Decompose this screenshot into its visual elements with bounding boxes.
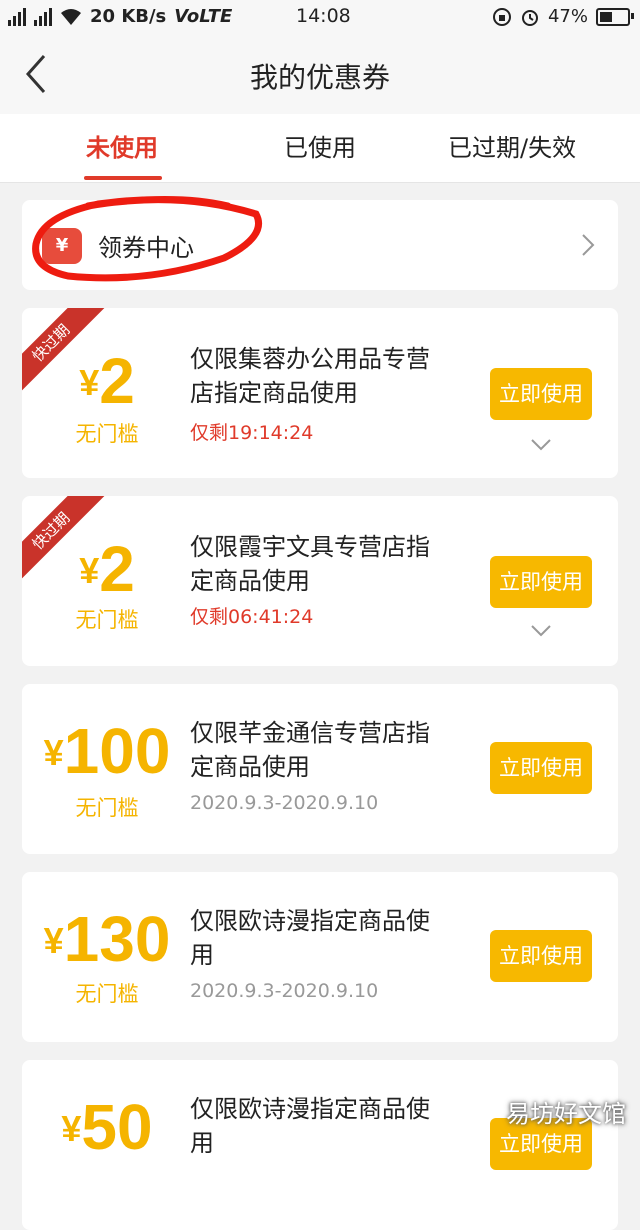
coupon-countdown: 仅剩06:41:24	[190, 606, 314, 628]
coupon-card: ¥100 无门槛 仅限芊金通信专营店指 定商品使用 2020.9.3-2020.9…	[22, 684, 618, 854]
active-tab-indicator	[84, 176, 162, 180]
coupon-threshold: 无门槛	[75, 796, 139, 820]
coupon-validity: 2020.9.3-2020.9.10	[190, 980, 379, 1002]
lock-rotation-icon	[492, 7, 511, 26]
desc-line: 仅限芊金通信专营店指	[190, 719, 430, 747]
coupon-threshold: 无门槛	[75, 608, 139, 632]
coupon-amount: ¥100	[22, 714, 192, 788]
coupon-amount: ¥130	[22, 902, 192, 976]
coupon-card: 快过期 ¥2 无门槛 仅限集蓉办公用品专营 店指定商品使用 仅剩19:14:24 …	[22, 308, 618, 478]
amount-value: 130	[63, 903, 171, 975]
coupon-amount: ¥50	[22, 1090, 192, 1164]
coupon-card: ¥50 仅限欧诗漫指定商品使用 立即使用	[22, 1060, 618, 1230]
coupon-center-icon: ¥	[42, 228, 82, 264]
amount-value: 50	[81, 1091, 153, 1163]
chevron-right-icon	[582, 234, 595, 256]
coupon-amount: ¥2	[22, 532, 192, 606]
currency-symbol: ¥	[43, 732, 64, 773]
tab-unused[interactable]: 未使用	[86, 128, 158, 163]
nav-bar: 我的优惠券	[0, 34, 640, 114]
status-bar: 20 KB/s VoLTE 14:08 47%	[0, 0, 640, 34]
battery-icon	[596, 7, 634, 26]
coupon-center-entry[interactable]: ¥ 领券中心	[22, 200, 618, 290]
coupon-center-label: 领券中心	[98, 234, 194, 262]
currency-symbol: ¥	[79, 550, 100, 591]
desc-line: 仅限霞宇文具专营店指	[190, 533, 430, 561]
tab-bar: 未使用 已使用 已过期/失效	[0, 114, 640, 183]
desc-line: 定商品使用	[190, 753, 310, 781]
use-now-button[interactable]: 立即使用	[490, 368, 592, 420]
amount-value: 2	[99, 345, 135, 417]
desc-line: 仅限集蓉办公用品专营	[190, 345, 430, 373]
desc-line: 仅限欧诗漫指定商品使	[190, 1095, 430, 1123]
amount-value: 2	[99, 533, 135, 605]
desc-line: 用	[190, 941, 214, 969]
status-left: 20 KB/s VoLTE	[8, 6, 232, 27]
page-title: 我的优惠券	[249, 61, 390, 94]
coupon-card: 快过期 ¥2 无门槛 仅限霞宇文具专营店指 定商品使用 仅剩06:41:24 立即…	[22, 496, 618, 666]
use-now-button[interactable]: 立即使用	[490, 556, 592, 608]
coupon-validity: 2020.9.3-2020.9.10	[190, 792, 379, 814]
coupon-description: 仅限芊金通信专营店指 定商品使用	[190, 716, 480, 784]
use-now-button[interactable]: 立即使用	[490, 930, 592, 982]
watermark-logo: 易坊好文馆	[506, 1100, 626, 1128]
signal-icon	[8, 7, 26, 26]
coupon-amount: ¥2	[22, 344, 192, 418]
tab-used[interactable]: 已使用	[284, 128, 356, 163]
coupon-description: 仅限欧诗漫指定商品使用	[190, 904, 480, 972]
coupon-description: 仅限霞宇文具专营店指 定商品使用	[190, 530, 480, 598]
currency-symbol: ¥	[61, 1108, 82, 1149]
volte-label: VoLTE	[174, 6, 233, 27]
desc-line: 仅限欧诗漫指定商品使	[190, 907, 430, 935]
desc-line: 用	[190, 1129, 214, 1157]
coupon-description: 仅限集蓉办公用品专营 店指定商品使用	[190, 342, 480, 410]
use-now-button[interactable]: 立即使用	[490, 742, 592, 794]
coupon-threshold: 无门槛	[75, 422, 139, 446]
battery-level	[600, 11, 613, 22]
coupon-description: 仅限欧诗漫指定商品使用	[190, 1092, 480, 1160]
coupon-countdown: 仅剩19:14:24	[190, 422, 314, 444]
status-time: 14:08	[296, 5, 351, 27]
signal-icon	[34, 7, 52, 26]
desc-line: 定商品使用	[190, 567, 310, 595]
tab-expired[interactable]: 已过期/失效	[448, 128, 576, 163]
currency-symbol: ¥	[79, 362, 100, 403]
chevron-down-icon[interactable]	[530, 624, 552, 638]
status-right: 47%	[492, 6, 634, 27]
chevron-down-icon[interactable]	[530, 438, 552, 452]
wifi-icon	[61, 8, 81, 25]
coupon-card: ¥130 无门槛 仅限欧诗漫指定商品使用 2020.9.3-2020.9.10 …	[22, 872, 618, 1042]
currency-symbol: ¥	[43, 920, 64, 961]
net-speed: 20 KB/s	[90, 6, 167, 27]
battery-percent: 47%	[547, 6, 588, 27]
coupon-threshold: 无门槛	[75, 982, 139, 1006]
alarm-icon	[521, 9, 538, 26]
amount-value: 100	[63, 715, 171, 787]
desc-line: 店指定商品使用	[190, 379, 358, 407]
